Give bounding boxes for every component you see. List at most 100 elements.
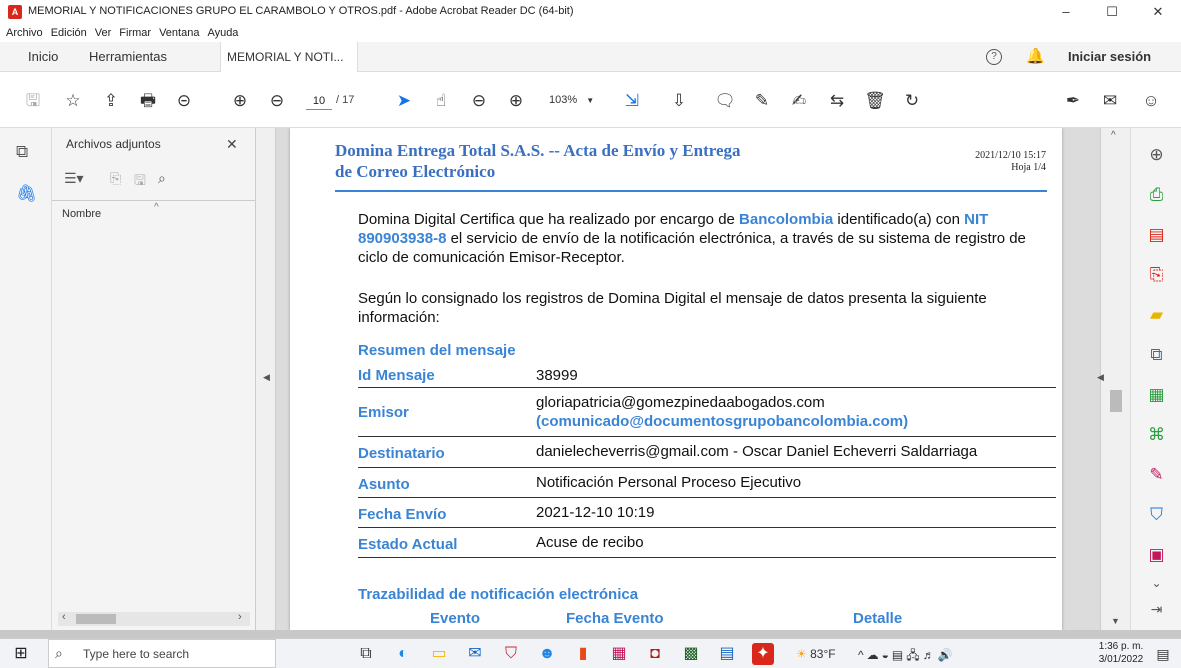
search-doc-icon[interactable]: ⊝ bbox=[173, 90, 195, 112]
page-number-input[interactable]: 10 bbox=[306, 92, 332, 110]
clock-time: 1:36 p. m. bbox=[1098, 641, 1144, 652]
app-grid-icon[interactable]: ▦ bbox=[608, 643, 630, 665]
app-people-icon[interactable]: ☻ bbox=[536, 643, 558, 665]
scroll-down-icon[interactable]: ▼ bbox=[1111, 616, 1120, 626]
tab-herramientas[interactable]: Herramientas bbox=[83, 42, 173, 72]
tab-document[interactable]: MEMORIAL Y NOTI... × bbox=[220, 42, 358, 94]
paragraph-intro: Domina Digital Certifica que ha realizad… bbox=[358, 210, 1056, 267]
share-icon[interactable]: ⇆ bbox=[826, 90, 848, 112]
windows-start-icon[interactable]: ⊞ bbox=[10, 643, 32, 665]
vscroll-thumb[interactable] bbox=[1110, 390, 1122, 412]
mail-app-icon[interactable]: ✉ bbox=[464, 643, 486, 665]
word-icon[interactable]: ▤ bbox=[716, 643, 738, 665]
bookmark-star-icon[interactable]: ☆ bbox=[62, 90, 84, 112]
menu-ver[interactable]: Ver bbox=[95, 24, 112, 42]
app-shield-icon[interactable]: ⛉ bbox=[500, 643, 522, 665]
print-icon[interactable]: 🖶 bbox=[137, 90, 159, 112]
weather-widget[interactable]: ☀ 83°F bbox=[796, 647, 836, 661]
more-tools-icon[interactable]: ▣ bbox=[1131, 540, 1181, 570]
bell-icon[interactable]: 🔔 bbox=[1026, 47, 1045, 65]
pages-icon[interactable]: ⧉ bbox=[16, 142, 28, 162]
row-value: Acuse de recibo bbox=[536, 534, 644, 551]
select-pointer-icon[interactable]: ➤ bbox=[393, 90, 415, 112]
trace-col-detalle: Detalle bbox=[853, 610, 903, 627]
menu-ventana[interactable]: Ventana bbox=[159, 24, 199, 42]
prev-page-icon[interactable]: ⊕ bbox=[229, 90, 251, 112]
collapse-right-icon[interactable]: ◀ bbox=[1097, 372, 1104, 383]
collapse-left-icon[interactable]: ◀ bbox=[263, 372, 270, 383]
user-add-icon[interactable]: ☺ bbox=[1140, 90, 1162, 112]
app-pocket-icon[interactable]: ◘ bbox=[644, 643, 666, 665]
acrobat-taskbar-icon[interactable]: ✦ bbox=[752, 643, 774, 665]
excel-icon[interactable]: ▩ bbox=[680, 643, 702, 665]
notifications-icon[interactable]: ▤ bbox=[1152, 643, 1174, 665]
comment-icon[interactable]: 🗨 bbox=[714, 90, 736, 112]
panel-title: Archivos adjuntos bbox=[66, 137, 161, 151]
organize-pages-icon[interactable]: ▤ bbox=[1131, 220, 1181, 250]
menu-firmar[interactable]: Firmar bbox=[119, 24, 151, 42]
fill-sign-icon[interactable]: ✒ bbox=[1062, 90, 1084, 112]
export-pdf-icon[interactable]: ⎙ bbox=[1131, 180, 1181, 210]
save-attachment-icon[interactable]: 🖫 bbox=[134, 170, 146, 194]
scroll-mode-icon[interactable]: ⇩ bbox=[668, 90, 690, 112]
delete-icon[interactable]: 🗑 bbox=[864, 90, 886, 112]
tab-inicio[interactable]: Inicio bbox=[22, 42, 64, 72]
minimize-button[interactable]: – bbox=[1043, 0, 1089, 24]
next-page-icon[interactable]: ⊖ bbox=[266, 90, 288, 112]
attachment-icon[interactable]: 🖇 bbox=[16, 184, 38, 204]
column-header-name[interactable]: Nombre bbox=[62, 208, 101, 220]
close-window-button[interactable]: ✕ bbox=[1135, 0, 1181, 24]
protect-shield-icon[interactable]: ⛉ bbox=[1131, 500, 1181, 530]
highlight-pen-icon[interactable]: ✎ bbox=[751, 90, 773, 112]
save-icon[interactable]: 🖫 bbox=[22, 90, 44, 112]
menu-ayuda[interactable]: Ayuda bbox=[207, 24, 238, 42]
edge-icon[interactable]: ◐ bbox=[392, 643, 414, 665]
menu-archivo[interactable]: Archivo bbox=[6, 24, 43, 42]
scroll-up-icon[interactable]: ^ bbox=[1111, 130, 1116, 141]
signin-link[interactable]: Iniciar sesión bbox=[1068, 49, 1151, 64]
task-view-icon[interactable]: ⧉ bbox=[355, 643, 377, 665]
mail-icon[interactable]: ✉ bbox=[1099, 90, 1121, 112]
system-tray-icons[interactable]: ^☁◒▤🖧♬🔊 bbox=[858, 646, 956, 667]
combine-files-icon[interactable]: ⧉ bbox=[1131, 340, 1181, 370]
options-menu-icon[interactable]: ☰▾ bbox=[64, 170, 84, 187]
zoom-tool-icon[interactable]: ⊕ bbox=[1131, 140, 1181, 170]
zoom-dropdown[interactable]: 103% ▼ bbox=[549, 94, 594, 106]
panel-close-icon[interactable]: ✕ bbox=[226, 136, 238, 153]
document-viewport[interactable]: Domina Entrega Total S.A.S. -- Acta de E… bbox=[276, 128, 1100, 630]
menu-edicion[interactable]: Edición bbox=[51, 24, 87, 42]
hand-tool-icon[interactable]: ☝ bbox=[430, 90, 452, 112]
office-icon[interactable]: ▮ bbox=[572, 643, 594, 665]
fill-sign-tool-icon[interactable]: ✎ bbox=[1131, 460, 1181, 490]
zoom-out-icon[interactable]: ⊖ bbox=[468, 90, 490, 112]
scroll-left-icon[interactable]: ‹ bbox=[62, 611, 66, 623]
help-icon[interactable]: ? bbox=[986, 49, 1002, 65]
pdf-app-icon: A bbox=[8, 5, 22, 19]
sign-icon[interactable]: ✍ bbox=[788, 90, 810, 112]
scroll-right-icon[interactable]: › bbox=[238, 611, 242, 623]
panel-hscrollbar[interactable]: ‹ › bbox=[58, 611, 250, 626]
zoom-in-icon[interactable]: ⊕ bbox=[505, 90, 527, 112]
sort-caret-icon[interactable]: ^ bbox=[154, 202, 159, 213]
add-attachment-icon[interactable]: ⎘ bbox=[110, 170, 121, 187]
file-explorer-icon[interactable]: ▭ bbox=[428, 643, 450, 665]
rotate-icon[interactable]: ↻ bbox=[901, 90, 923, 112]
scroll-thumb[interactable] bbox=[76, 614, 116, 624]
scan-ocr-icon[interactable]: ⌘ bbox=[1131, 420, 1181, 450]
upload-cloud-icon[interactable]: ⇪ bbox=[100, 90, 122, 112]
comment-tool-icon[interactable]: ▰ bbox=[1131, 300, 1181, 330]
taskbar-search-box[interactable]: ⌕ Type here to search bbox=[48, 639, 276, 668]
doc-header-date: 2021/12/10 15:17 bbox=[975, 150, 1046, 161]
vertical-scrollbar[interactable]: ^ ▼ ◀ bbox=[1097, 128, 1130, 630]
collapse-rail-icon[interactable]: ⇥ bbox=[1131, 594, 1181, 624]
panel-splitter[interactable]: ◀ bbox=[256, 128, 276, 630]
doc-header-title-line1: Domina Entrega Total S.A.S. -- Acta de E… bbox=[335, 141, 741, 160]
compress-pdf-icon[interactable]: ▦ bbox=[1131, 380, 1181, 410]
search-attachment-icon[interactable]: ⌕ bbox=[158, 170, 166, 187]
create-pdf-icon[interactable]: ⎘ bbox=[1131, 260, 1181, 290]
clock[interactable]: 1:36 p. m. 3/01/2022 bbox=[1098, 640, 1144, 666]
fit-page-icon[interactable]: ⇲ bbox=[621, 90, 643, 112]
row-key: Fecha Envío bbox=[358, 506, 447, 523]
maximize-button[interactable]: ☐ bbox=[1089, 0, 1135, 24]
title-bar: A MEMORIAL Y NOTIFICACIONES GRUPO EL CAR… bbox=[0, 0, 1181, 24]
